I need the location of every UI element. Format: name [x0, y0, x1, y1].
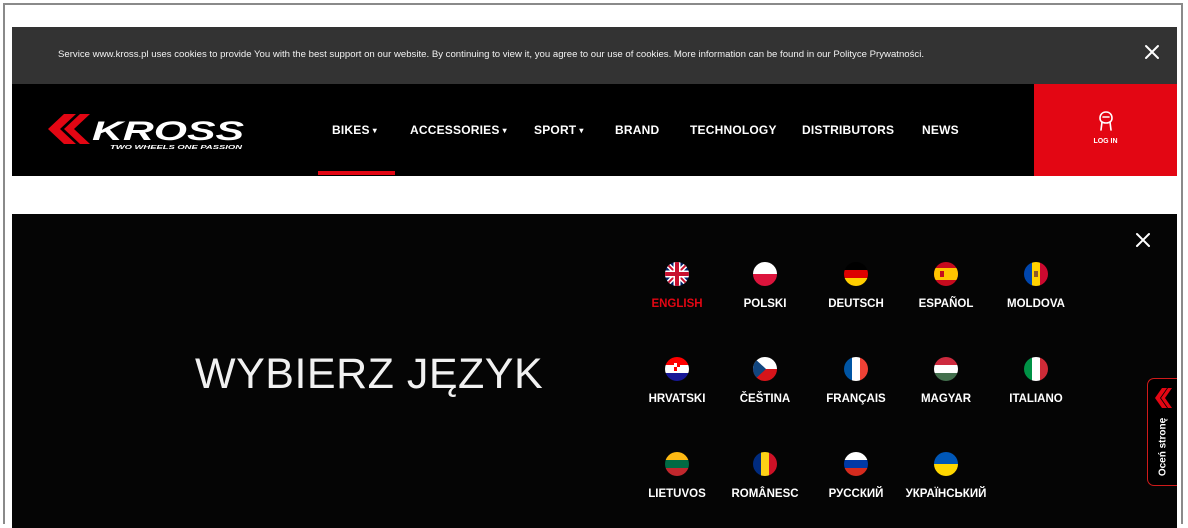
poland-flag-icon — [753, 262, 777, 286]
croatia-flag-icon — [665, 357, 689, 381]
nav-label: BRAND — [615, 123, 660, 137]
language-option-ukrainian[interactable]: УКРАЇНСЬКИЙ — [903, 452, 989, 500]
language-label: ESPAÑOL — [918, 298, 974, 310]
language-option-francais[interactable]: FRANÇAIS — [813, 357, 899, 405]
logo-chevron-icon — [48, 114, 90, 144]
language-label: РУССКИЙ — [828, 488, 884, 500]
uk-flag-icon — [665, 262, 689, 286]
cookie-banner: Service www.kross.pl uses cookies to pro… — [12, 27, 1177, 84]
page-title: WYBIERZ JĘZYK — [195, 350, 544, 398]
language-panel: WYBIERZ JĘZYK ENGLISH POLSKI DEUTSCH ESP… — [12, 214, 1177, 528]
language-label: ČEŠTINA — [739, 393, 791, 405]
moldova-flag-icon — [1024, 262, 1048, 286]
feedback-tab[interactable]: Oceń stronę — [1147, 378, 1177, 486]
logo-wordmark: KROSS — [92, 116, 244, 146]
language-option-english[interactable]: ENGLISH — [634, 262, 720, 310]
nav-label: DISTRIBUTORS — [802, 123, 895, 137]
language-label: УКРАЇНСЬКИЙ — [905, 488, 987, 500]
romania-flag-icon — [753, 452, 777, 476]
language-label: LIETUVOS — [648, 488, 706, 500]
language-option-polski[interactable]: POLSKI — [722, 262, 808, 310]
czech-flag-icon — [753, 357, 777, 381]
nav-news[interactable]: NEWS — [922, 123, 959, 137]
nav-distributors[interactable]: DISTRIBUTORS — [802, 123, 894, 137]
chevron-down-icon: ▾ — [579, 126, 584, 135]
cookie-banner-text: Service www.kross.pl uses cookies to pro… — [58, 49, 925, 60]
spain-flag-icon — [934, 262, 958, 286]
language-label: MOLDOVA — [1007, 298, 1065, 310]
nav-accessories[interactable]: ACCESSORIES ▾ — [410, 123, 507, 137]
language-label: DEUTSCH — [828, 298, 884, 310]
login-label: LOG IN — [1093, 138, 1118, 145]
language-option-russkiy[interactable]: РУССКИЙ — [813, 452, 899, 500]
language-option-moldova[interactable]: MOLDOVA — [993, 262, 1079, 310]
ukraine-flag-icon — [934, 452, 958, 476]
language-option-lietuvos[interactable]: LIETUVOS — [634, 452, 720, 500]
language-label: POLSKI — [743, 298, 787, 310]
nav-label: BIKES — [332, 123, 370, 137]
nav-label: ACCESSORIES — [410, 123, 500, 137]
language-option-hrvatski[interactable]: HRVATSKI — [634, 357, 720, 405]
italy-flag-icon — [1024, 357, 1048, 381]
close-icon[interactable] — [1141, 41, 1163, 63]
kross-logo[interactable]: KROSS TWO WHEELS ONE PASSION — [46, 112, 256, 152]
active-nav-indicator — [318, 171, 395, 175]
logo-tagline: TWO WHEELS ONE PASSION — [110, 145, 244, 151]
nav-label: SPORT — [534, 123, 577, 137]
nav-label: NEWS — [922, 123, 959, 137]
language-option-italiano[interactable]: ITALIANO — [993, 357, 1079, 405]
germany-flag-icon — [844, 262, 868, 286]
language-label: ROMÂNESC — [731, 488, 799, 500]
feedback-label: Oceń stronę — [1157, 417, 1169, 477]
language-option-espanol[interactable]: ESPAÑOL — [903, 262, 989, 310]
language-option-deutsch[interactable]: DEUTSCH — [813, 262, 899, 310]
user-icon — [1096, 110, 1116, 132]
chevron-down-icon: ▾ — [502, 126, 507, 135]
language-label: MAGYAR — [920, 393, 972, 405]
language-label: FRANÇAIS — [826, 393, 886, 405]
lithuania-flag-icon — [665, 452, 689, 476]
hungary-flag-icon — [934, 357, 958, 381]
nav-sport[interactable]: SPORT ▾ — [534, 123, 584, 137]
language-option-romanesc[interactable]: ROMÂNESC — [722, 452, 808, 500]
chevron-down-icon: ▾ — [372, 126, 377, 135]
language-label: ENGLISH — [651, 298, 703, 310]
kross-chevron-icon — [1154, 387, 1172, 409]
login-button[interactable]: LOG IN — [1034, 84, 1177, 176]
russia-flag-icon — [844, 452, 868, 476]
nav-bikes[interactable]: BIKES ▾ — [332, 123, 377, 137]
nav-technology[interactable]: TECHNOLOGY — [690, 123, 777, 137]
france-flag-icon — [844, 357, 868, 381]
close-icon[interactable] — [1134, 231, 1152, 249]
language-label: HRVATSKI — [648, 393, 706, 405]
content-spacer — [12, 176, 1177, 214]
language-label: ITALIANO — [1009, 393, 1063, 405]
language-option-magyar[interactable]: MAGYAR — [903, 357, 989, 405]
nav-label: TECHNOLOGY — [690, 123, 777, 137]
language-option-cestina[interactable]: ČEŠTINA — [722, 357, 808, 405]
nav-brand[interactable]: BRAND — [615, 123, 659, 137]
main-navbar: KROSS TWO WHEELS ONE PASSION BIKES ▾ ACCE… — [12, 84, 1177, 176]
